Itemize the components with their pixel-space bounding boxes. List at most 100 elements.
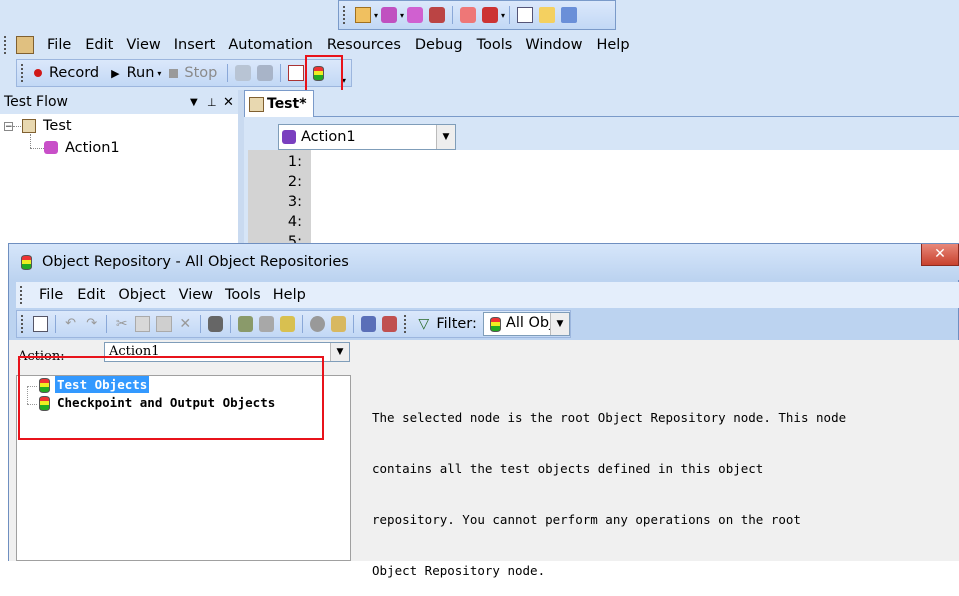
toolbar-separator <box>199 315 201 333</box>
cut-icon[interactable]: ✂ <box>114 316 129 332</box>
analog-recording-icon[interactable] <box>235 65 252 81</box>
document-tab-label: Test* <box>267 96 307 112</box>
new-test-icon[interactable] <box>355 7 371 23</box>
information-icon[interactable] <box>561 7 578 23</box>
define-object-icon[interactable] <box>280 316 296 332</box>
dropdown-arrow-icon[interactable]: ▾ <box>501 11 505 20</box>
find-icon[interactable] <box>207 316 223 332</box>
menu-insert[interactable]: Insert <box>174 37 216 53</box>
menu-automation[interactable]: Automation <box>228 37 312 53</box>
or-menu-edit[interactable]: Edit <box>77 287 105 303</box>
toolbar-grip <box>21 315 26 333</box>
toolbar-separator <box>302 315 304 333</box>
record-icon <box>34 69 42 77</box>
menu-edit[interactable]: Edit <box>85 37 113 53</box>
run-button[interactable]: ▶ Run ▾ <box>111 65 161 81</box>
new-action-icon[interactable] <box>381 7 398 23</box>
chevron-down-icon[interactable]: ▼ <box>436 125 455 149</box>
chevron-down-icon[interactable]: ▼ <box>330 343 349 361</box>
dropdown-arrow-icon: ▾ <box>157 68 162 78</box>
action-icon <box>44 141 58 154</box>
delete-icon[interactable]: ✕ <box>178 316 193 332</box>
editor-area[interactable] <box>311 150 959 245</box>
low-level-recording-icon[interactable] <box>257 65 274 81</box>
split-action-icon[interactable] <box>429 7 446 23</box>
data-table-icon[interactable] <box>517 7 534 23</box>
run-icon: ▶ <box>111 66 120 80</box>
call-action-icon[interactable] <box>407 7 424 23</box>
or-menu-tools[interactable]: Tools <box>225 287 261 303</box>
redo-icon[interactable]: ↷ <box>84 316 99 332</box>
toolbar-separator <box>229 315 231 333</box>
add-objects-icon[interactable] <box>237 316 253 332</box>
or-close-button[interactable]: ✕ <box>921 244 959 266</box>
tree-connector <box>13 126 21 127</box>
stop-button[interactable]: Stop <box>169 65 217 81</box>
filter-value: All Obj <box>505 315 554 331</box>
paste-icon[interactable] <box>156 316 172 332</box>
line-number: 3: <box>287 194 302 210</box>
active-screen-icon[interactable] <box>539 7 556 23</box>
test-flow-title: Test Flow <box>4 94 68 110</box>
toolbar-separator <box>452 6 454 24</box>
or-menu-file[interactable]: File <box>39 287 63 303</box>
dropdown-arrow-icon[interactable]: ▾ <box>400 11 404 20</box>
or-menu-view[interactable]: View <box>179 287 213 303</box>
record-label: Record <box>49 65 100 81</box>
object-spy-icon[interactable] <box>361 316 377 332</box>
menu-debug[interactable]: Debug <box>415 37 463 53</box>
highlight-box-toolbar <box>305 55 343 93</box>
action-select[interactable]: Action1 ▼ <box>278 124 456 150</box>
document-tab-test[interactable]: Test* <box>244 90 314 117</box>
filter-select[interactable]: All Obj ▼ <box>482 312 570 336</box>
run-toolbar: Record ▶ Run ▾ Stop <box>16 59 352 87</box>
close-icon[interactable]: ✕ <box>223 95 234 110</box>
breakpoint-icon[interactable] <box>482 7 499 23</box>
tree-item-test[interactable]: Test <box>43 118 72 134</box>
tree-collapse-icon[interactable]: − <box>4 122 13 132</box>
debug-icon[interactable] <box>460 7 477 23</box>
chevron-down-icon[interactable]: ▼ <box>549 313 569 335</box>
record-button[interactable]: Record <box>34 65 99 81</box>
locate-icon[interactable] <box>331 316 347 332</box>
toolbar-separator <box>227 64 229 82</box>
or-menu-object[interactable]: Object <box>118 287 165 303</box>
tree-item-action1[interactable]: Action1 <box>65 140 120 156</box>
menu-grip <box>4 36 9 54</box>
menu-help[interactable]: Help <box>596 37 629 53</box>
or-node-description: The selected node is the root Object Rep… <box>372 375 952 596</box>
update-from-app-icon[interactable] <box>258 316 274 332</box>
stop-icon <box>169 68 179 78</box>
action-select-value: Action1 <box>301 129 356 145</box>
copy-icon[interactable] <box>135 316 151 332</box>
top-toolbar: ▾ ▾ ▾ <box>338 0 616 30</box>
or-menu-help[interactable]: Help <box>273 287 306 303</box>
line-number: 2: <box>287 174 302 190</box>
associate-repository-icon[interactable] <box>382 316 398 332</box>
filter-label: Filter: <box>436 316 477 332</box>
or-title-bar: Object Repository - All Object Repositor… <box>9 244 959 280</box>
tree-connector <box>30 134 31 148</box>
line-number: 4: <box>287 214 302 230</box>
tree-connector <box>30 148 44 149</box>
menu-window[interactable]: Window <box>525 37 582 53</box>
navigate-icon[interactable] <box>32 316 49 332</box>
description-line: Object Repository node. <box>372 563 546 578</box>
toolbar-separator <box>55 315 56 333</box>
highlight-icon[interactable] <box>310 316 326 332</box>
stop-label: Stop <box>184 65 218 81</box>
menu-tools[interactable]: Tools <box>477 37 513 53</box>
description-line: The selected node is the root Object Rep… <box>372 410 847 425</box>
test-flow-header: Test Flow ▼ ⊥ ✕ <box>0 90 240 114</box>
test-icon <box>249 96 264 112</box>
dropdown-arrow-icon[interactable]: ▼ <box>190 97 198 108</box>
keyword-view-icon[interactable] <box>288 65 305 81</box>
pin-icon[interactable]: ⊥ <box>207 96 217 109</box>
menu-resources[interactable]: Resources <box>327 37 401 53</box>
dropdown-arrow-icon[interactable]: ▾ <box>374 11 378 20</box>
description-line: repository. You cannot perform any opera… <box>372 512 801 527</box>
menu-file[interactable]: File <box>47 37 71 53</box>
menu-view[interactable]: View <box>126 37 160 53</box>
undo-icon[interactable]: ↶ <box>63 316 78 332</box>
toolbar-grip <box>21 64 26 82</box>
